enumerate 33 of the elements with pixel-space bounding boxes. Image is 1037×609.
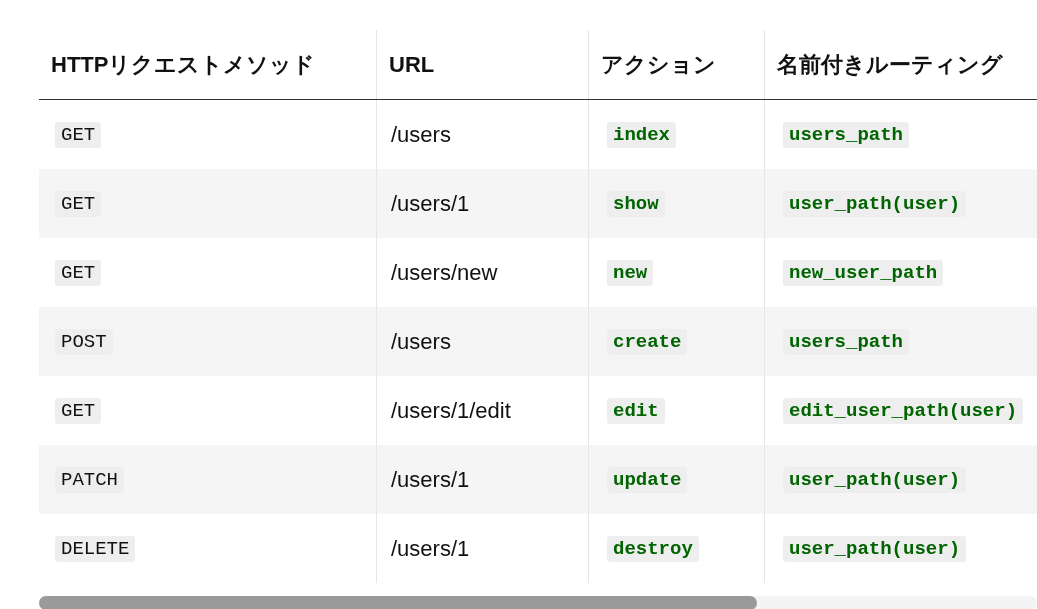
method-code: PATCH xyxy=(55,466,124,493)
method-code: GET xyxy=(55,397,102,424)
action-code: new xyxy=(607,259,654,286)
action-code: destroy xyxy=(607,535,699,562)
route-code: user_path(user) xyxy=(783,466,967,493)
method-code: DELETE xyxy=(55,535,136,562)
method-code: GET xyxy=(55,121,102,148)
action-code: show xyxy=(607,190,665,217)
action-code: edit xyxy=(607,397,665,424)
action-code: create xyxy=(607,328,688,355)
column-header: URL xyxy=(376,30,589,100)
url-text: /users/1 xyxy=(391,535,470,561)
column-header: アクション xyxy=(588,30,765,100)
method-code: GET xyxy=(55,259,102,286)
column-header: 名前付きルーティング xyxy=(764,30,1037,100)
method-code: GET xyxy=(55,190,102,217)
url-text: /users/1/edit xyxy=(391,397,511,423)
action-code: index xyxy=(607,121,676,148)
route-code: edit_user_path(user) xyxy=(783,397,1024,424)
url-text: /users xyxy=(391,121,451,147)
method-code: POST xyxy=(55,328,113,355)
url-text: /users/new xyxy=(391,259,498,285)
url-text: /users/1 xyxy=(391,190,470,216)
route-code: user_path(user) xyxy=(783,190,967,217)
scrollbar-thumb[interactable] xyxy=(39,596,757,609)
route-code: new_user_path xyxy=(783,259,944,286)
column-header: HTTPリクエストメソッド xyxy=(39,30,377,100)
route-code: user_path(user) xyxy=(783,535,967,562)
url-text: /users/1 xyxy=(391,466,470,492)
route-code: users_path xyxy=(783,121,910,148)
action-code: update xyxy=(607,466,688,493)
route-code: users_path xyxy=(783,328,910,355)
url-text: /users xyxy=(391,328,451,354)
